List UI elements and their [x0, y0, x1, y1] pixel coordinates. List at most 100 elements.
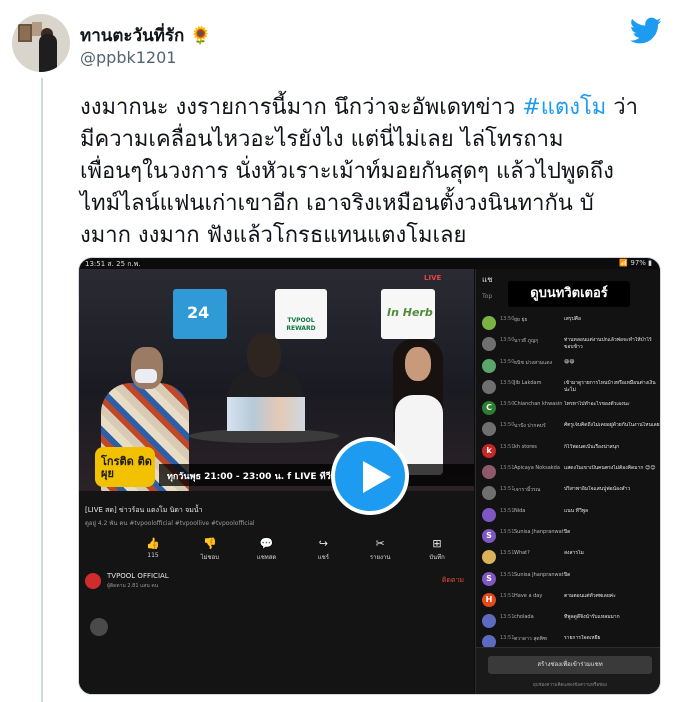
thumbs-down-icon: 👎 [202, 537, 217, 550]
chat-time: 13:50 [500, 379, 515, 386]
chat-text: 😄😄 [564, 358, 575, 365]
logo-inherb-icon: In Herb [381, 289, 435, 339]
like-button[interactable]: 👍 115 [135, 537, 171, 562]
chat-text: สงสารไม [564, 550, 584, 557]
chat-author: Have a day [514, 592, 543, 599]
tweet-line-2: มีความเคลื่อนไหวอะไรยังไง แต่นี่ไม่เลย ไ… [80, 127, 564, 152]
channel-subscribers: ผู้ติดตาม 2.81 แสน คน [107, 583, 159, 589]
chat-avatar-icon: S [482, 528, 496, 543]
avatar-person-figure [39, 34, 57, 72]
chat-message: 13:51 Apicaya Noksakda แสดงในเขาเป็นคนตรงไ… [482, 462, 660, 483]
avatar-picture-frame [18, 24, 32, 42]
chat-time: 13:51 [500, 571, 515, 578]
chat-avatar-icon [482, 358, 496, 373]
subscribe-button[interactable]: ติดตาม [442, 575, 464, 586]
chat-author: ธนิช ม่วงสามแดง [514, 359, 553, 366]
dislike-button[interactable]: 👎 ไม่ชอบ [192, 537, 228, 562]
chat-author: นาปัง ปากคบรั [514, 423, 546, 430]
chat-time: 13:51 [500, 486, 515, 493]
chat-author: เจารามิ้วรณ [514, 487, 541, 494]
chat-text: ตามตอนแต่ทั่วศพเลยค่ะ [564, 592, 616, 599]
tweet-line-1: งงมากนะ งงรายการนี้มาก นึกว่าจะอัพเดทข่า… [80, 92, 670, 124]
live-chat-button[interactable]: 💬 แชทสด [249, 537, 285, 562]
save-button[interactable]: ⊞ บันทึก [419, 537, 455, 562]
chat-sort[interactable]: Top [482, 293, 492, 300]
report-button[interactable]: ✂ รายงาน [362, 537, 398, 562]
statusbar-time: 13:51 ส. 25 ก.พ. [85, 260, 141, 268]
chat-text: แนน ทีวีพูล [564, 507, 589, 514]
channel-logo-icon[interactable] [85, 573, 101, 589]
chat-author: ยุ่ย ยุ่ย [514, 317, 528, 323]
user-handle[interactable]: @ppbk1201 [80, 48, 176, 67]
logo-24-text: 24 [187, 303, 210, 322]
tweet-line-1-text: งงมากนะ งงรายการนี้มาก นึกว่าจะอัพเดทข่า… [80, 95, 523, 120]
tweet-line-5: งมาก งงมาก ฟังแล้วโกรธแทนแตงโมเลย [80, 223, 467, 248]
chat-message: 13:50 Jib Lakdam เข้ามาดูรายการไหนบ้างหรือ… [482, 377, 660, 398]
chat-message: 13:50 ยุ่ย ยุ่ย เสรุปคือ [482, 313, 660, 334]
thumbs-up-icon: 👍 [146, 537, 160, 550]
youtube-info-panel: [LIVE สด] ข่าวร้อน แตงโม นิดา จมน้ำ ดูอย… [79, 491, 474, 694]
save-label: บันทึก [429, 554, 445, 561]
display-name[interactable]: ทานตะวันที่รัก 🌻 [80, 22, 211, 49]
chat-avatar-icon: S [482, 571, 496, 586]
video-title[interactable]: [LIVE สด] ข่าวร้อน แตงโม นิดา จมน้ำ [85, 505, 203, 516]
chat-text: เข้ามาดูรายการไหนบ้างหรือเหมือนต่างเงินน… [564, 379, 656, 393]
chat-avatar-icon [482, 614, 496, 629]
chat-author: Sunisa Jhanpranwat [514, 528, 564, 535]
show-logo-badge: โกรติด ติดผุย [95, 447, 155, 487]
chat-message: 13:51 เจารามิ้วรณ ปริสาพาอิ่มใจแสนปูพ่อน้อ… [482, 483, 660, 504]
chat-avatar-icon [482, 486, 496, 501]
save-icon: ⊞ [432, 537, 442, 550]
avatar[interactable] [12, 14, 70, 72]
tweet-line-1-tail: ว่า [606, 95, 638, 120]
chat-author: นาวธี ภูญกุ [514, 338, 539, 345]
chat-footer: สร้างช่องเพื่อเข้าร่วมแชท ยุบช่องความคิด… [476, 647, 660, 694]
chat-avatar-icon: C [482, 401, 496, 416]
chat-author: Nida [514, 507, 526, 514]
twitter-bird-icon[interactable] [630, 17, 662, 45]
statusbar-battery: 📶 97% ▮ [619, 259, 652, 267]
video-frame[interactable]: 24 TVPOOL REWARD In Herb LIVE โกรติด ติด… [79, 269, 474, 491]
logo-inherb-text: In Herb [387, 306, 433, 319]
chat-message: S 13:51 Sunisa Jhanpranwat ปิด [482, 526, 660, 547]
chat-time: 13:50 [500, 358, 515, 365]
like-count: 115 [147, 552, 159, 559]
chat-message: 13:50 นาวธี ภูญกุ ท่านหลอนแต่งานปกแล้วพ่อจ… [482, 334, 660, 355]
join-chat-button[interactable]: สร้างช่องเพื่อเข้าร่วมแชท [488, 656, 652, 674]
chat-icon: 💬 [259, 537, 274, 550]
chat-message: 13:51 cholada ทีพูลดูดีจิ้งน้ำรับแหลมมาก [482, 611, 660, 632]
chat-message-list: 13:50 ยุ่ย ยุ่ย เสรุปคือ 13:50 นาวธี ภูญกุ ท่… [482, 313, 660, 654]
chat-time: 13:50 [500, 337, 515, 344]
tweet-text: งงมากนะ งงรายการนี้มาก นึกว่าจะอัพเดทข่า… [80, 92, 670, 252]
chat-message: 13:51 What? สงสารไม [482, 547, 660, 568]
share-button[interactable]: ↪ แชร์ [305, 537, 341, 562]
chat-avatar-icon: k [482, 443, 496, 458]
chat-text: ศัตรูเจ็บคิดถึงไม่เคยอยู่ด้วยกันในงานไหน… [564, 422, 660, 429]
live-chat-label: แชทสด [256, 554, 277, 561]
channel-row: TVPOOL OFFICIAL ผู้ติดตาม 2.81 แสน คน ติ… [85, 571, 468, 593]
video-action-bar: 👍 115 👎 ไม่ชอบ 💬 แชทสด ↪ แชร์ ✂ รายงาน ⊞ บันทึ… [135, 537, 455, 562]
hashtag-link[interactable]: #แตงโม [522, 95, 606, 120]
chat-time: 13:50 [500, 316, 515, 322]
chat-text: ปิด [564, 571, 571, 578]
chat-avatar-icon [482, 465, 496, 480]
chat-avatar-icon [482, 316, 496, 330]
show-time-strip: ทุกวันพุธ 21:00 - 23:00 น. f LIVE ทีวีพู… [159, 464, 474, 486]
show-time-text: ทุกวันพุธ 21:00 - 23:00 น. f LIVE ทีวีพู… [167, 472, 343, 482]
view-on-twitter-label[interactable]: ดูบนทวิตเตอร์ [508, 281, 630, 307]
chat-message: 13:51 Nida แนน ทีวีพูล [482, 505, 660, 526]
video-media[interactable]: 13:51 ส. 25 ก.พ. 📶 97% ▮ 24 TVPOOL REWAR… [78, 257, 661, 695]
chat-text: ท่านหลอนแต่งานปกแล้วพ่อจะทำให้ป่าไร้ขอบข… [564, 337, 652, 351]
chat-header: แช [482, 275, 493, 284]
live-tag: LIVE [424, 274, 442, 282]
play-icon[interactable] [331, 437, 409, 515]
product-boxes [227, 397, 305, 431]
chat-text: ทีพูลดูดีจิ้งน้ำรับแหลมมาก [564, 614, 620, 621]
chat-author: cholada [514, 614, 534, 621]
tweet-line-3: เพื่อนๆในวงการ นั่งหัวเราะเม้าท์มอยกันสุ… [80, 159, 614, 184]
chat-author: Sunisa Jhanpranwat [514, 571, 564, 578]
channel-name[interactable]: TVPOOL OFFICIAL [107, 572, 169, 580]
tweet-line-4: ไทม์ไลน์แฟนเก่าเขาอีก เอาจริงเหมือนตั้งว… [80, 191, 594, 216]
chat-message: S 13:51 Sunisa Jhanpranwat ปิด [482, 569, 660, 590]
host-3-head [405, 347, 431, 381]
